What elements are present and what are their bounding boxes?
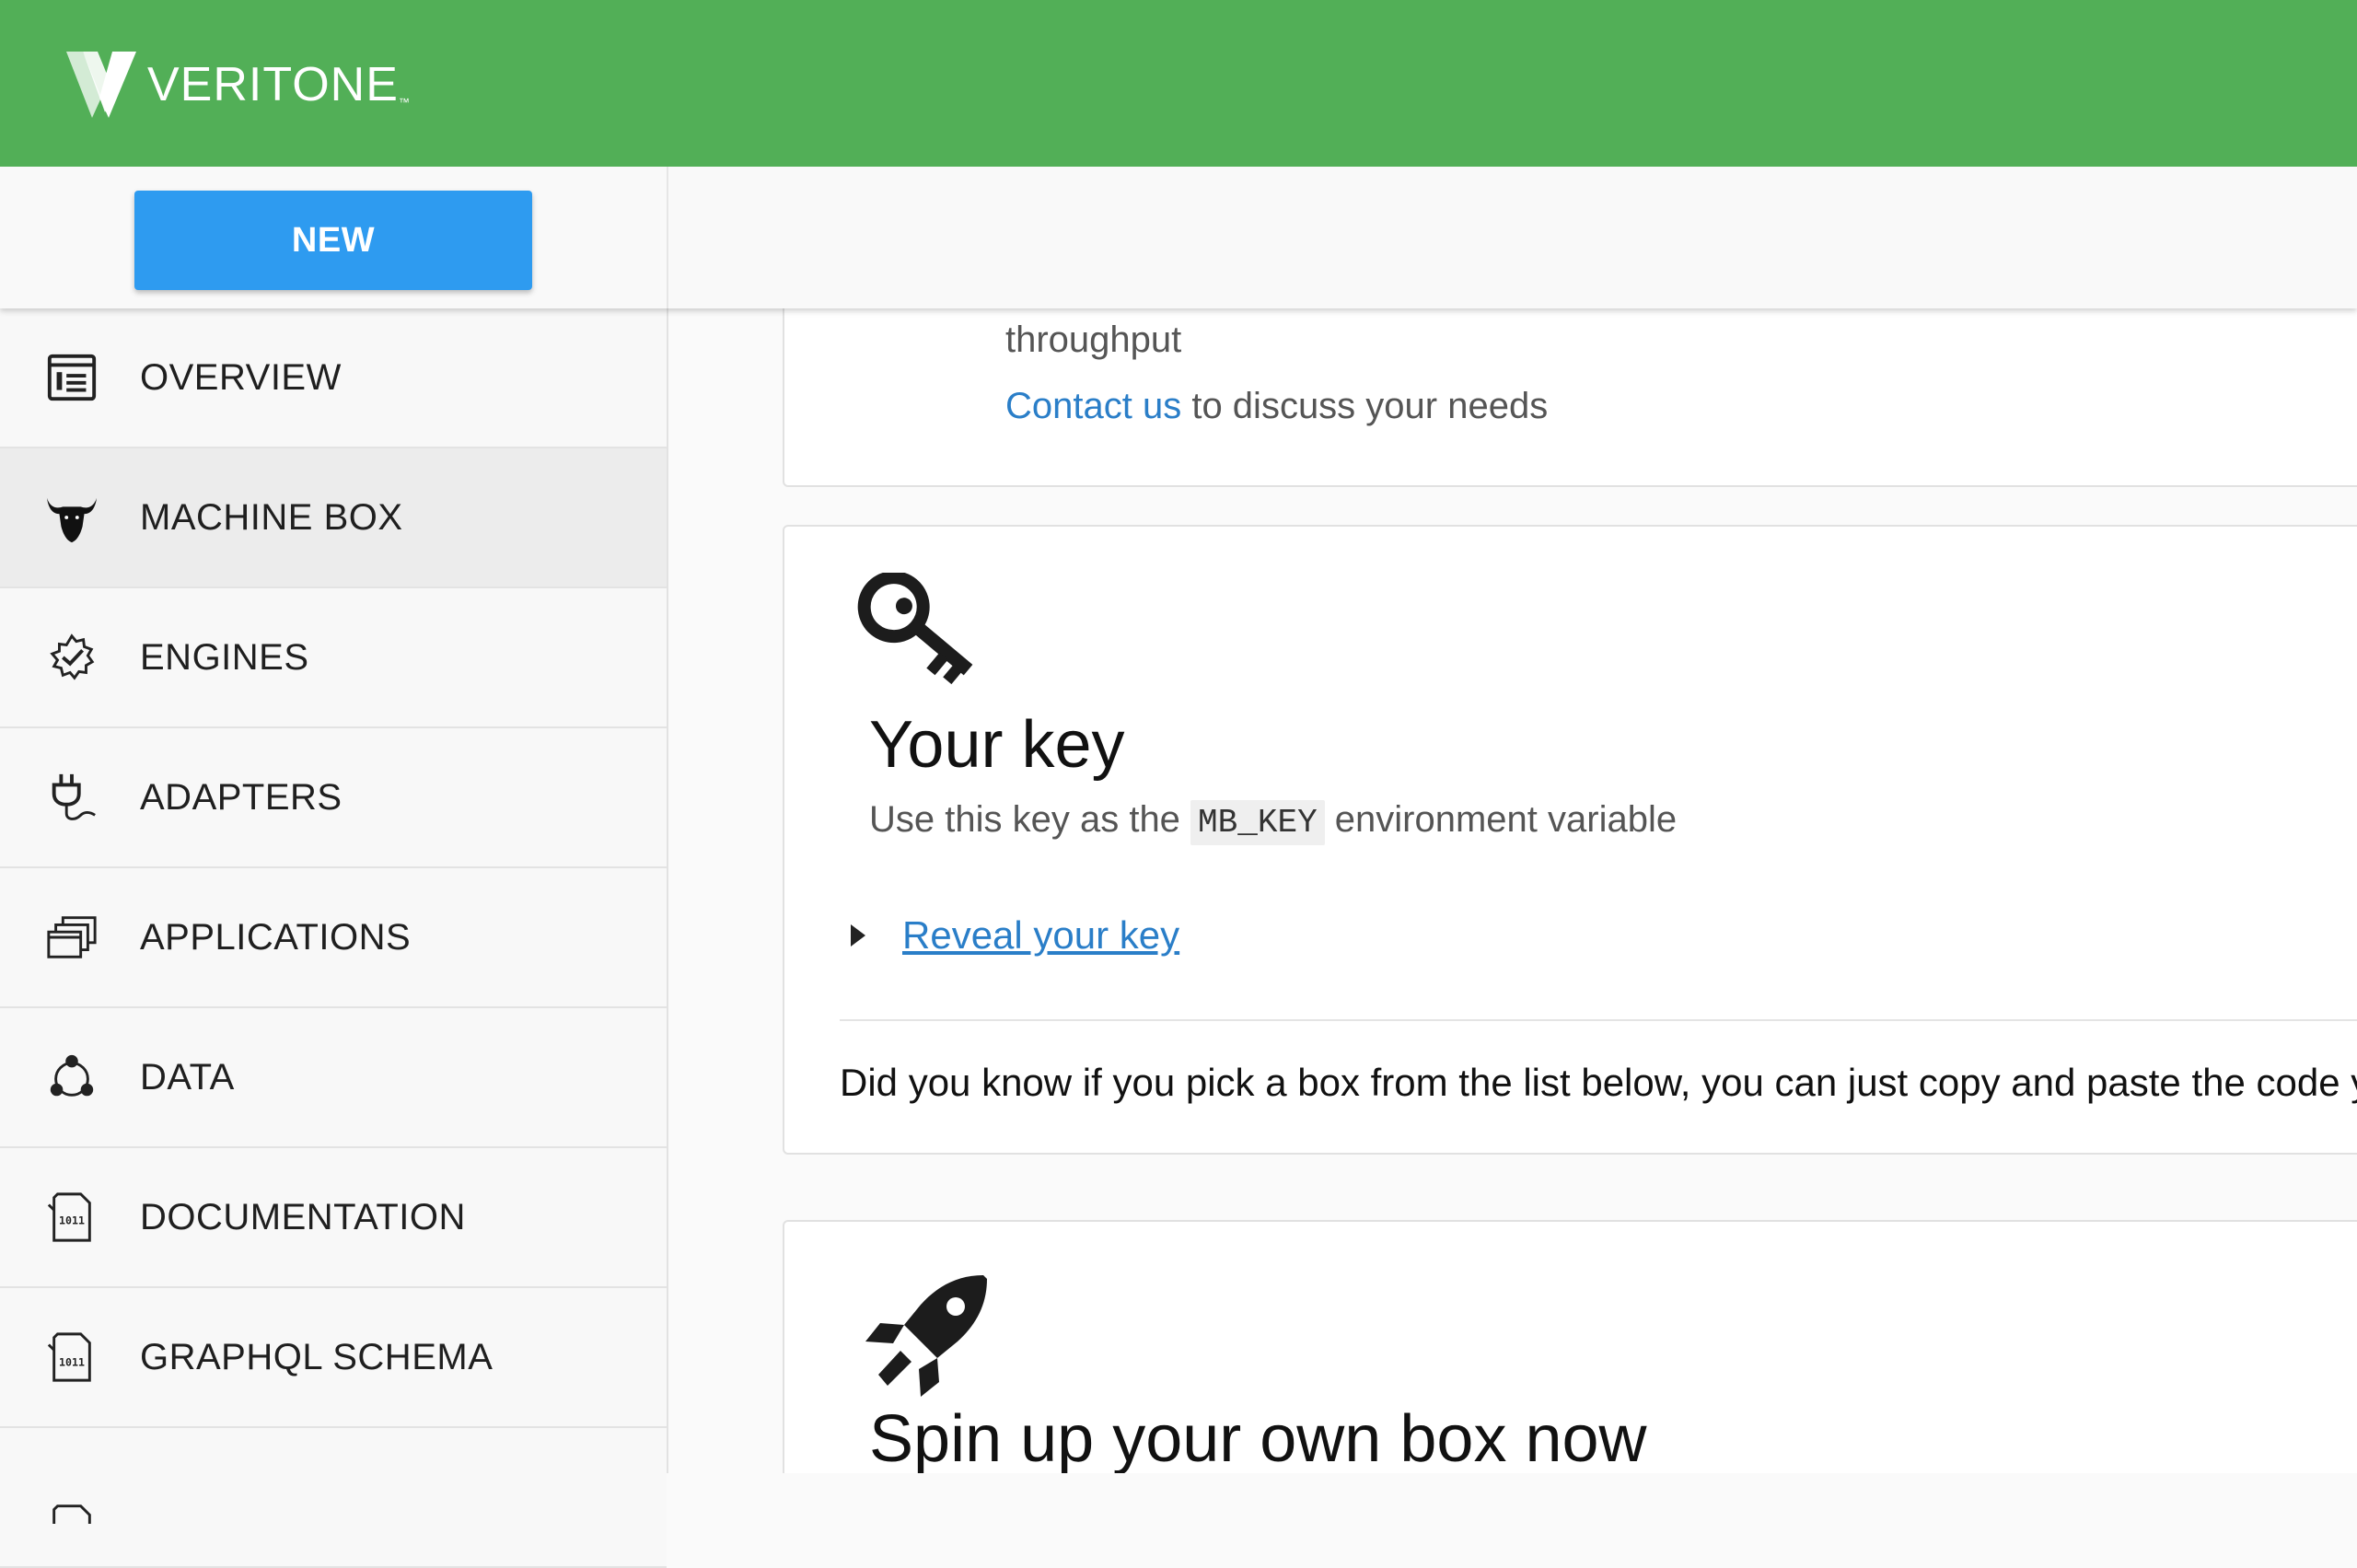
windows-stack-icon [44,910,99,965]
svg-text:1011: 1011 [59,1356,85,1369]
sidebar-item-label: ADAPTERS [140,776,343,818]
throughput-text: throughput [1005,319,1182,360]
reveal-key-link[interactable]: Reveal your key [902,913,1179,958]
new-button[interactable]: NEW [134,191,532,290]
sidebar-item-machine-box[interactable]: MACHINE BOX [0,448,667,588]
sidebar-item-label: ENGINES [140,636,309,678]
overview-icon [44,350,99,405]
binary-file-icon: 1011 [44,1190,99,1245]
sidebar-item-partial[interactable] [0,1428,667,1568]
sidebar-item-graphql-schema[interactable]: 1011 GRAPHQL SCHEMA [0,1288,667,1428]
top-header: VERITONE ™ [0,0,2357,167]
sidebar-item-data[interactable]: DATA [0,1008,667,1148]
sidebar-item-documentation[interactable]: 1011 DOCUMENTATION [0,1148,667,1288]
contact-rest-text: to discuss your needs [1181,386,1549,426]
brand-name: VERITONE [147,58,399,111]
spin-up-title: Spin up your own box now [869,1402,1647,1473]
bull-icon [44,490,99,545]
mb-key-code: MB_KEY [1190,800,1325,845]
gear-check-icon [44,630,99,685]
rocket-icon [865,1275,987,1397]
main-content[interactable]: throughput Contact us to discuss your ne… [668,308,2357,1473]
sidebar-item-label: APPLICATIONS [140,916,412,958]
veritone-v-icon [66,52,136,118]
contact-card: throughput Contact us to discuss your ne… [783,308,2357,487]
sidebar-item-label: DOCUMENTATION [140,1196,466,1237]
network-icon [44,1050,99,1105]
disclosure-triangle-icon[interactable] [851,924,865,947]
sidebar-item-adapters[interactable]: ADAPTERS [0,728,667,868]
file-icon [44,1469,99,1525]
reveal-key-toggle[interactable]: Reveal your key [851,913,1179,958]
copy-hint-text: Did you know if you pick a box from the … [840,1061,2357,1104]
subtitle-pre: Use this key as the [869,799,1191,840]
sidebar-item-applications[interactable]: APPLICATIONS [0,868,667,1008]
veritone-logo[interactable]: VERITONE ™ [66,52,410,118]
sidebar-item-label: OVERVIEW [140,356,342,398]
plug-icon [44,770,99,825]
sidebar-item-label: DATA [140,1056,235,1098]
your-key-card: Your key Use this key as the MB_KEY envi… [783,525,2357,1155]
sidebar-item-engines[interactable]: ENGINES [0,588,667,728]
subtitle-post: environment variable [1324,799,1678,840]
toolbar: NEW [0,167,2357,308]
spin-up-card: Spin up your own box now [783,1220,2357,1473]
divider [840,1019,2357,1021]
toolbar-divider [667,167,668,308]
your-key-subtitle: Use this key as the MB_KEY environment v… [869,799,1678,845]
contact-line: Contact us to discuss your needs [1005,386,1548,427]
sidebar-item-label: MACHINE BOX [140,496,403,538]
sidebar: OVERVIEW MACHINE BOX ENGINES ADAPTERS AP… [0,308,668,1568]
contact-us-link[interactable]: Contact us [1005,386,1181,426]
trademark: ™ [398,96,410,109]
svg-text:1011: 1011 [59,1214,85,1227]
sidebar-item-label: GRAPHQL SCHEMA [140,1336,493,1377]
sidebar-item-overview[interactable]: OVERVIEW [0,308,667,448]
key-icon [857,573,973,685]
your-key-title: Your key [869,708,1125,782]
binary-file-icon: 1011 [44,1330,99,1385]
